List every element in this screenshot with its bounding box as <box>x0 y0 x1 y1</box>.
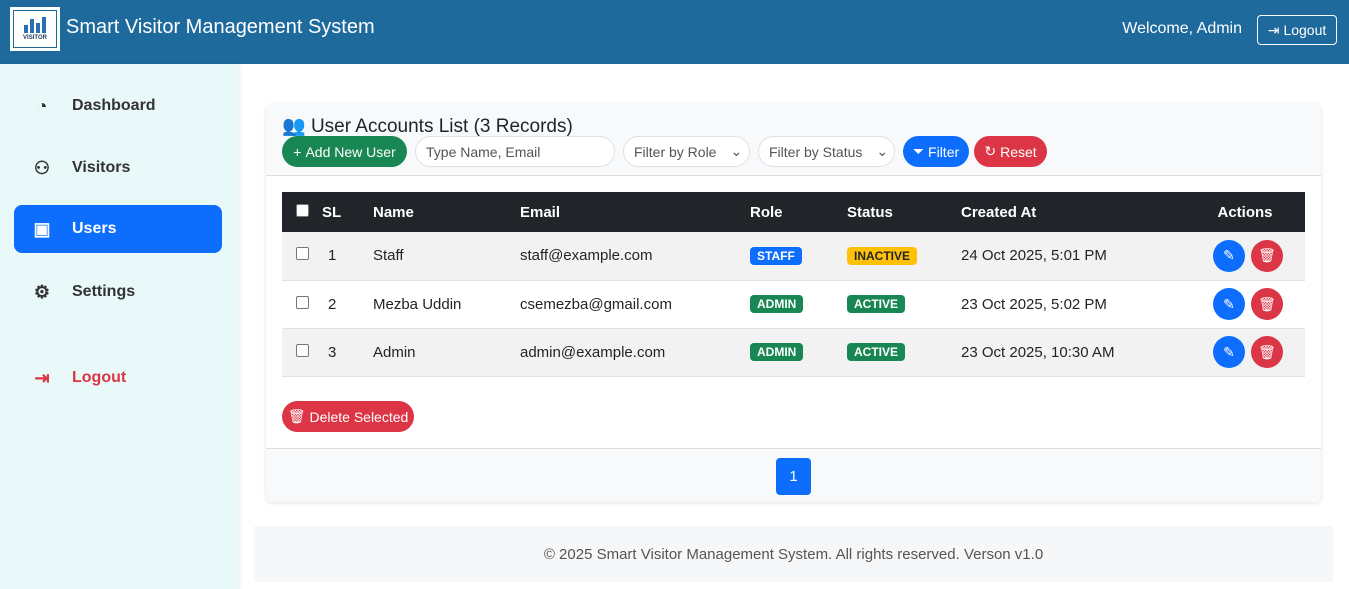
user-accounts-card: 👥 User Accounts List (3 Records) + Add Ne… <box>266 104 1321 502</box>
card-title-text: User Accounts List (3 Records) <box>310 116 573 137</box>
sidebar-item-label: Dashboard <box>72 97 156 114</box>
card-title: 👥 User Accounts List (3 Records) <box>282 114 573 138</box>
edit-button[interactable]: ✎ <box>1213 336 1245 368</box>
row-checkbox[interactable] <box>295 295 309 309</box>
person-plus-icon: + <box>293 143 302 160</box>
status-filter-value: Filter by Status <box>769 143 863 160</box>
users-table: SL Name Email Role Status Created At Act… <box>282 192 1305 377</box>
funnel-icon: ⏷ <box>912 143 925 159</box>
delete-selected-label: Delete Selected <box>309 408 409 425</box>
col-role: Role <box>750 192 847 232</box>
cell-sl: 3 <box>322 328 373 377</box>
sidebar-item-dashboard[interactable]: ◔ Dashboard <box>14 82 222 130</box>
sidebar: ◔ Dashboard ⚇ Visitors ▣ Users ⚙ Settings ⇥ L… <box>0 64 238 589</box>
logout-icon: ⇥ <box>1267 21 1280 38</box>
filter-label: Filter <box>928 143 960 160</box>
sidebar-item-logout[interactable]: ⇥ Logout <box>14 354 222 402</box>
add-user-button[interactable]: + Add New User <box>282 136 407 167</box>
status-filter-select[interactable]: Filter by Status ⌄ <box>758 136 895 167</box>
filter-button[interactable]: ⏷ Filter <box>903 136 969 167</box>
role-filter-value: Filter by Role <box>634 143 717 160</box>
cell-email: admin@example.com <box>520 328 750 377</box>
cell-created: 23 Oct 2025, 10:30 AM <box>961 328 1185 377</box>
edit-button[interactable]: ✎ <box>1213 239 1245 272</box>
footer: © 2025 Smart Visitor Management System. … <box>254 526 1333 582</box>
select-all-checkbox[interactable] <box>295 203 309 217</box>
role-badge: STAFF <box>750 246 802 265</box>
cell-sl: 2 <box>322 280 373 329</box>
gear-icon: ⚙ <box>33 281 51 302</box>
logo-text: VISITOR <box>23 35 47 41</box>
sidebar-item-settings[interactable]: ⚙ Settings <box>14 268 222 316</box>
cell-name: Admin <box>373 328 520 377</box>
row-checkbox[interactable] <box>295 247 309 261</box>
sidebar-item-label: Users <box>72 220 117 237</box>
col-actions: Actions <box>1185 192 1305 232</box>
sidebar-item-label: Settings <box>72 283 136 300</box>
table-row: 2 Mezba Uddin csemezba@gmail.com ADMIN A… <box>282 280 1305 329</box>
app-logo[interactable]: VISITOR <box>10 7 60 51</box>
status-badge: ACTIVE <box>847 295 906 313</box>
delete-button[interactable]: 🗑 <box>1251 336 1283 368</box>
trash-icon: 🗑 <box>287 408 306 424</box>
col-created: Created At <box>961 192 1185 232</box>
pagination: 1 <box>266 448 1321 502</box>
role-badge: ADMIN <box>750 343 804 361</box>
cell-sl: 1 <box>322 232 373 281</box>
role-filter-select[interactable]: Filter by Role ⌄ <box>623 136 750 167</box>
table-row: 1 Staff staff@example.com STAFF INACTIVE… <box>282 232 1305 281</box>
logout-icon: ⇥ <box>34 367 50 388</box>
status-badge: ACTIVE <box>847 343 906 361</box>
cell-name: Mezba Uddin <box>373 280 520 329</box>
reset-button[interactable]: ↻ Reset <box>974 136 1047 167</box>
gauge-icon: ◔ <box>36 95 48 116</box>
person-badge-icon: ▣ <box>33 218 51 239</box>
refresh-icon: ↻ <box>984 143 997 159</box>
people-icon: ⚇ <box>33 157 51 178</box>
sidebar-item-label: Logout <box>72 369 127 386</box>
welcome-text: Welcome, Admin <box>1122 20 1242 37</box>
col-name: Name <box>373 192 520 232</box>
cell-email: csemezba@gmail.com <box>520 280 750 329</box>
cell-created: 23 Oct 2025, 5:02 PM <box>961 280 1185 329</box>
delete-button[interactable]: 🗑 <box>1251 288 1283 320</box>
top-navbar: VISITOR Smart Visitor Management System … <box>0 0 1349 64</box>
role-badge: ADMIN <box>750 295 804 313</box>
delete-button[interactable]: 🗑 <box>1251 239 1283 272</box>
row-checkbox[interactable] <box>295 343 309 357</box>
reset-label: Reset <box>1000 143 1037 160</box>
cell-email: staff@example.com <box>520 232 750 281</box>
page-1-button[interactable]: 1 <box>776 458 811 495</box>
logout-button[interactable]: ⇥ Logout <box>1257 15 1337 45</box>
chevron-down-icon: ⌄ <box>876 143 889 159</box>
users-icon: 👥 <box>282 116 306 137</box>
col-status: Status <box>847 192 961 232</box>
edit-button[interactable]: ✎ <box>1213 288 1245 320</box>
col-email: Email <box>520 192 750 232</box>
cell-created: 24 Oct 2025, 5:01 PM <box>961 232 1185 281</box>
status-badge: INACTIVE <box>847 246 918 265</box>
delete-selected-button[interactable]: 🗑 Delete Selected <box>282 401 414 432</box>
col-sl: SL <box>322 192 373 232</box>
add-user-label: Add New User <box>305 143 396 160</box>
sidebar-item-label: Visitors <box>72 159 131 176</box>
chevron-down-icon: ⌄ <box>730 143 743 159</box>
search-input[interactable]: Type Name, Email <box>415 136 615 167</box>
sidebar-item-users[interactable]: ▣ Users <box>14 205 222 253</box>
table-row: 3 Admin admin@example.com ADMIN ACTIVE 2… <box>282 328 1305 377</box>
app-title: Smart Visitor Management System <box>66 16 375 38</box>
sidebar-item-visitors[interactable]: ⚇ Visitors <box>14 144 222 192</box>
logout-label: Logout <box>1283 22 1327 38</box>
cell-name: Staff <box>373 232 520 281</box>
